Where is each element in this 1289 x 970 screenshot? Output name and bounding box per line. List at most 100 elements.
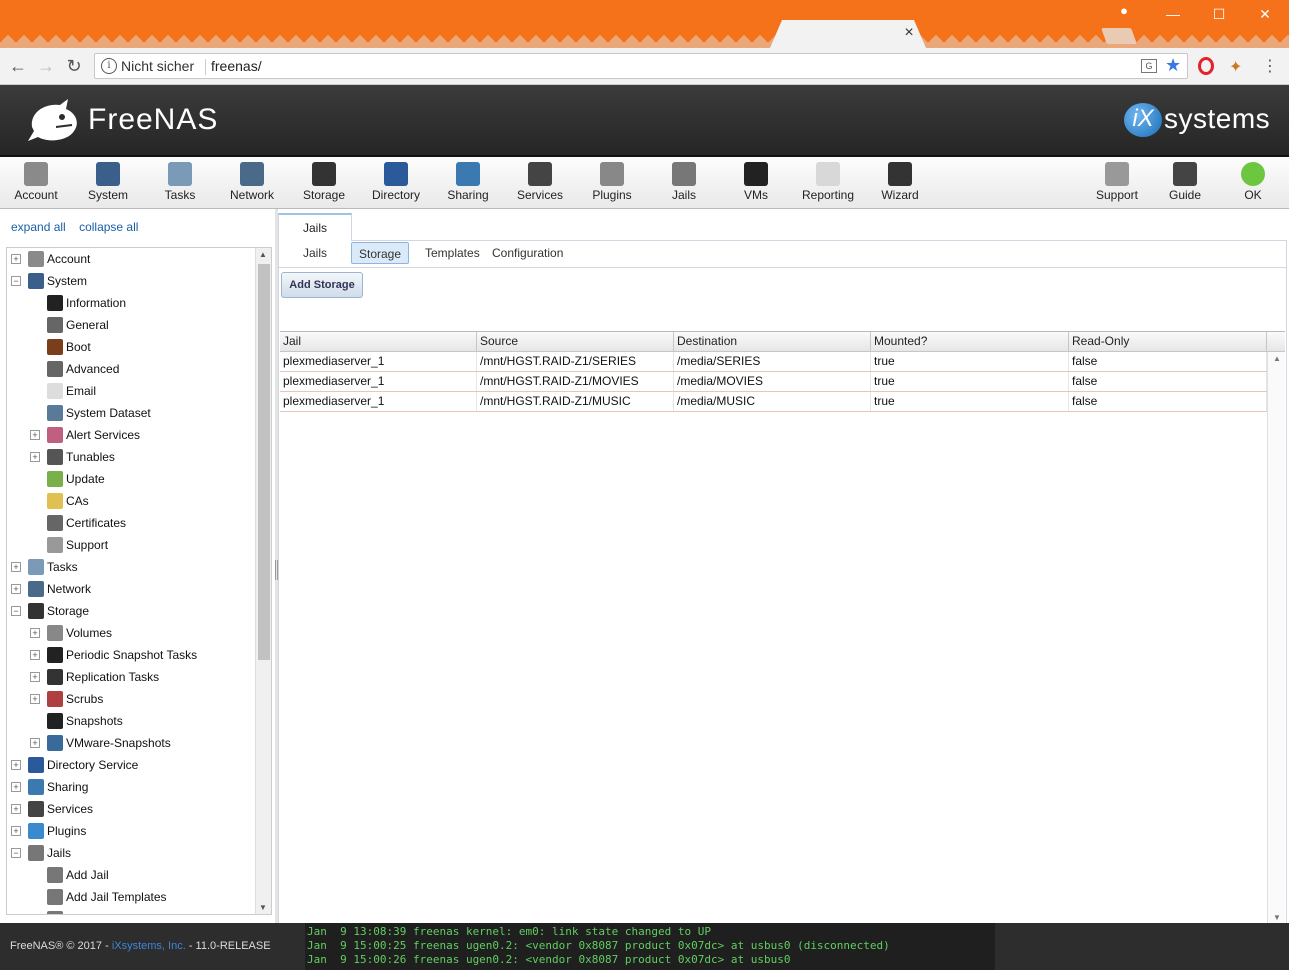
toolbar-jails-button[interactable]: Jails [648, 157, 720, 209]
column-header-mounted[interactable]: Mounted? [871, 332, 1069, 352]
collapse-icon[interactable]: − [11, 848, 21, 858]
minimize-button[interactable]: — [1150, 4, 1196, 24]
reload-icon[interactable]: ↻ [64, 56, 84, 76]
url-input[interactable]: i Nicht sicher freenas/ G ★ [94, 53, 1188, 79]
tab-close-icon[interactable]: × [902, 24, 916, 42]
back-icon[interactable]: ← [8, 56, 28, 76]
scroll-down-icon[interactable]: ▼ [1273, 913, 1281, 922]
subtab-storage[interactable]: Storage [351, 242, 410, 264]
tree-item-tasks[interactable]: + Tasks [7, 556, 255, 578]
table-row[interactable]: plexmediaserver_1/mnt/HGST.RAID-Z1/MOVIE… [280, 372, 1267, 392]
bookmark-star-icon[interactable]: ★ [1165, 55, 1181, 76]
expand-icon[interactable]: + [30, 628, 40, 638]
add-storage-button[interactable]: Add Storage [281, 272, 363, 298]
toolbar-vms-button[interactable]: VMs [720, 157, 792, 209]
tree-item-alert-services[interactable]: + Alert Services [7, 424, 255, 446]
tree-item-jails[interactable]: − Jails [7, 842, 255, 864]
subtab-templates[interactable]: Templates [418, 242, 487, 264]
column-header-jail[interactable]: Jail [280, 332, 477, 352]
tree-item-system-dataset[interactable]: System Dataset [7, 402, 255, 424]
expand-icon[interactable]: + [30, 738, 40, 748]
toolbar-storage-button[interactable]: Storage [288, 157, 360, 209]
company-link[interactable]: iXsystems, Inc. [112, 940, 186, 952]
forward-icon[interactable]: → [36, 56, 56, 76]
column-header-destination[interactable]: Destination [674, 332, 871, 352]
expand-icon[interactable]: + [30, 452, 40, 462]
expand-icon[interactable]: + [11, 760, 21, 770]
tree-item-network[interactable]: + Network [7, 578, 255, 600]
toolbar-system-button[interactable]: System [72, 157, 144, 209]
browser-menu-icon[interactable]: ⋮ [1262, 56, 1278, 76]
collapse-all-link[interactable]: collapse all [79, 220, 138, 234]
tree-item-general[interactable]: General [7, 314, 255, 336]
subtab-configuration[interactable]: Configuration [485, 242, 570, 264]
new-tab-button[interactable] [1101, 28, 1137, 44]
tree-item-advanced[interactable]: Advanced [7, 358, 255, 380]
tree-item-information[interactable]: Information [7, 292, 255, 314]
expand-icon[interactable]: + [11, 254, 21, 264]
scroll-up-icon[interactable]: ▲ [1273, 354, 1281, 363]
tree-scroll-thumb[interactable] [258, 264, 270, 660]
tree-item-tunables[interactable]: + Tunables [7, 446, 255, 468]
expand-icon[interactable]: + [11, 782, 21, 792]
toolbar-support-button[interactable]: Support [1081, 157, 1153, 209]
expand-icon[interactable]: + [30, 650, 40, 660]
translate-icon[interactable]: G [1141, 59, 1157, 73]
tree-item-system[interactable]: − System [7, 270, 255, 292]
tree-item-cas[interactable]: CAs [7, 490, 255, 512]
table-row[interactable]: plexmediaserver_1/mnt/HGST.RAID-Z1/SERIE… [280, 352, 1267, 372]
tree-scrollbar[interactable]: ▲ ▼ [255, 248, 271, 914]
tree-item-boot[interactable]: Boot [7, 336, 255, 358]
collapse-icon[interactable]: − [11, 276, 21, 286]
toolbar-wizard-button[interactable]: Wizard [864, 157, 936, 209]
info-icon[interactable]: i [101, 58, 117, 74]
close-window-button[interactable]: ✕ [1242, 4, 1288, 24]
expand-all-link[interactable]: expand all [11, 220, 66, 234]
column-header-source[interactable]: Source [477, 332, 674, 352]
table-row[interactable]: plexmediaserver_1/mnt/HGST.RAID-Z1/MUSIC… [280, 392, 1267, 412]
scroll-up-icon[interactable]: ▲ [259, 250, 267, 259]
expand-icon[interactable]: + [30, 430, 40, 440]
toolbar-account-button[interactable]: Account [0, 157, 72, 209]
expand-icon[interactable]: + [11, 584, 21, 594]
tree-item-add-jail[interactable]: Add Jail [7, 864, 255, 886]
maximize-button[interactable]: ☐ [1196, 4, 1242, 24]
tree-item-vmware-snapshots[interactable]: + VMware-Snapshots [7, 732, 255, 754]
tree-item-add-jail-templates[interactable]: Add Jail Templates [7, 886, 255, 908]
toolbar-directory-button[interactable]: Directory [360, 157, 432, 209]
tree-item-services[interactable]: + Services [7, 798, 255, 820]
tree-item-update[interactable]: Update [7, 468, 255, 490]
toolbar-guide-button[interactable]: Guide [1149, 157, 1221, 209]
tree-item-support[interactable]: Support [7, 534, 255, 556]
tree-item-volumes[interactable]: + Volumes [7, 622, 255, 644]
tree-item-email[interactable]: Email [7, 380, 255, 402]
expand-icon[interactable]: + [30, 672, 40, 682]
expand-icon[interactable]: + [30, 694, 40, 704]
tab-jails[interactable]: Jails [278, 213, 352, 241]
tree-item-snapshots[interactable]: Snapshots [7, 710, 255, 732]
expand-icon[interactable]: + [11, 562, 21, 572]
toolbar-services-button[interactable]: Services [504, 157, 576, 209]
tree-item-certificates[interactable]: Certificates [7, 512, 255, 534]
tree-item-scrubs[interactable]: + Scrubs [7, 688, 255, 710]
scroll-down-icon[interactable]: ▼ [259, 903, 267, 912]
extension-icon[interactable]: ✦ [1229, 57, 1242, 77]
toolbar-reporting-button[interactable]: Reporting [792, 157, 864, 209]
toolbar-tasks-button[interactable]: Tasks [144, 157, 216, 209]
tree-item-view-jails[interactable]: View Jails [7, 908, 255, 914]
toolbar-sharing-button[interactable]: Sharing [432, 157, 504, 209]
url-text[interactable]: freenas/ [211, 58, 262, 74]
toolbar-plugins-button[interactable]: Plugins [576, 157, 648, 209]
expand-icon[interactable]: + [11, 826, 21, 836]
tree-item-directory-service[interactable]: + Directory Service [7, 754, 255, 776]
tree-item-plugins[interactable]: + Plugins [7, 820, 255, 842]
column-header-read-only[interactable]: Read-Only [1069, 332, 1267, 352]
subtab-jails[interactable]: Jails [296, 242, 334, 264]
tree-item-sharing[interactable]: + Sharing [7, 776, 255, 798]
profile-icon[interactable]: ● [1116, 3, 1132, 19]
tree-item-storage[interactable]: − Storage [7, 600, 255, 622]
collapse-icon[interactable]: − [11, 606, 21, 616]
expand-icon[interactable]: + [11, 804, 21, 814]
toolbar-network-button[interactable]: Network [216, 157, 288, 209]
opera-extension-icon[interactable] [1198, 57, 1214, 75]
